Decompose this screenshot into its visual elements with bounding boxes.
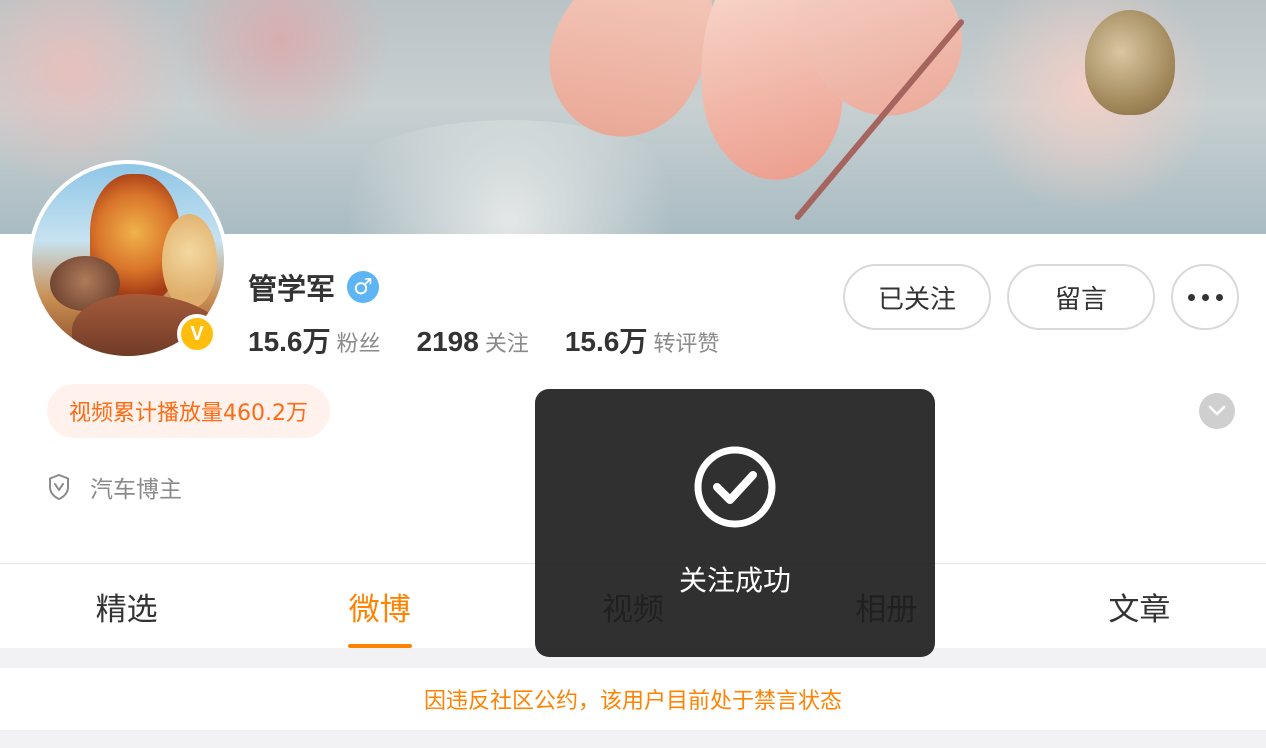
verification-row: 汽车博主 [48,470,182,504]
verified-badge-icon: V [177,314,217,354]
section-gap [0,730,1266,748]
stat-label: 关注 [484,332,529,357]
expand-button[interactable] [1199,393,1235,429]
username: 管学军 [248,272,336,306]
stat-label: 粉丝 [336,332,381,357]
chevron-down-icon [1208,405,1226,416]
message-button[interactable]: 留言 [1007,264,1155,330]
male-gender-icon: ♂ [347,271,380,303]
video-play-count-tag[interactable]: 视频累计播放量460.2万 [47,384,330,438]
stat-reposts-likes[interactable]: 15.6万 转评赞 [565,320,720,360]
tab-weibo[interactable]: 微博 [253,564,506,648]
stat-label: 转评赞 [653,332,720,357]
tab-featured[interactable]: 精选 [0,564,253,648]
followed-button[interactable]: 已关注 [843,264,991,330]
toast: 关注成功 [535,389,935,657]
stat-following[interactable]: 2198 关注 [417,326,529,358]
check-circle-icon [694,446,776,528]
stat-value: 15.6万 [564,326,648,357]
profile-page: V 管学军 ♂ 15.6万 粉丝 2198 关注 15.6万 转评赞 已关注 留… [0,0,1266,748]
name-row: 管学军 ♂ [248,266,380,308]
shield-v-icon [49,474,69,500]
stat-value: 15.6万 [248,326,331,357]
toast-message: 关注成功 [678,564,791,597]
stat-fans[interactable]: 15.6万 粉丝 [248,320,381,360]
more-button[interactable] [1171,264,1239,330]
banned-notice: 因违反社区公约，该用户目前处于禁言状态 [0,668,1266,730]
more-dots-icon [1187,293,1223,301]
stat-value: 2198 [416,326,479,357]
stats-row: 15.6万 粉丝 2198 关注 15.6万 转评赞 [248,320,755,360]
tab-articles[interactable]: 文章 [1013,564,1266,648]
verification-text: 汽车博主 [90,477,182,503]
